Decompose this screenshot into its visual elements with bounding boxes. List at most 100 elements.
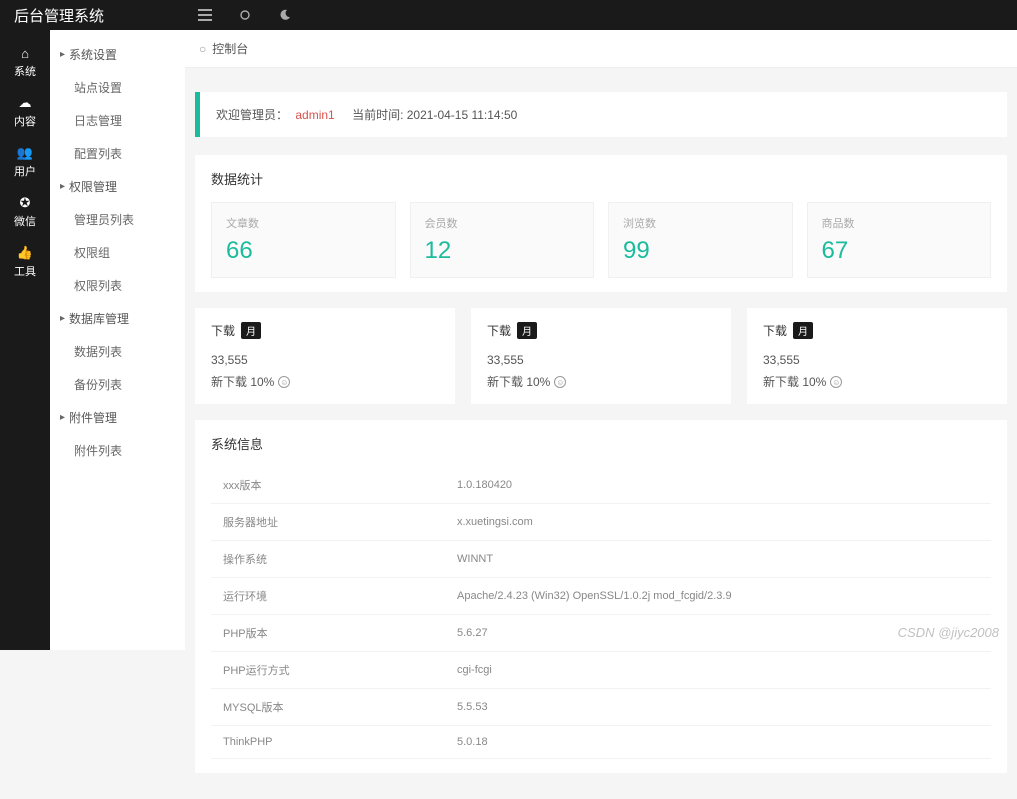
download-num: 33,555	[487, 353, 715, 367]
wechat-icon: ✪	[0, 195, 50, 211]
stat-label: 商品数	[822, 215, 977, 231]
stat-value: 12	[425, 237, 580, 265]
downloads-row: 下载月33,555新下载 10% ☺下载月33,555新下载 10% ☺下载月3…	[195, 308, 1007, 404]
main: 欢迎管理员： admin1 当前时间: 2021-04-15 11:14:50 …	[185, 68, 1017, 799]
nav-user[interactable]: 👥 用户	[0, 137, 50, 187]
refresh-button[interactable]	[225, 0, 265, 30]
info-key: MYSQL版本	[211, 689, 445, 726]
table-row: 服务器地址x.xuetingsi.com	[211, 504, 991, 541]
sidebar-group[interactable]: 系统设置	[50, 38, 185, 71]
table-row: ThinkPHP5.0.18	[211, 726, 991, 759]
info-key: xxx版本	[211, 467, 445, 504]
sidebar-item[interactable]: 附件列表	[50, 434, 185, 467]
stat-label: 浏览数	[623, 215, 778, 231]
welcome-time-prefix: 当前时间:	[352, 108, 403, 122]
sidebar-group[interactable]: 附件管理	[50, 401, 185, 434]
sidebar-item[interactable]: 权限组	[50, 236, 185, 269]
sidebar-item[interactable]: 管理员列表	[50, 203, 185, 236]
info-key: ThinkPHP	[211, 726, 445, 759]
icon-nav: ⌂ 系统 ☁ 内容 👥 用户 ✪ 微信 👍工具	[0, 30, 50, 650]
nav-label: 用户	[14, 166, 36, 178]
home-icon: ⌂	[0, 46, 50, 61]
sidebar-item[interactable]: 备份列表	[50, 368, 185, 401]
sidebar-item[interactable]: 配置列表	[50, 137, 185, 170]
download-num: 33,555	[763, 353, 991, 367]
download-title: 下载	[211, 322, 235, 339]
breadcrumb-label: 控制台	[212, 40, 248, 57]
circle-icon	[240, 10, 250, 20]
info-value: WINNT	[445, 541, 991, 578]
brand-title: 后台管理系统	[0, 5, 185, 26]
stats-panel: 数据统计 文章数 66 会员数 12 浏览数 99 商品数 67	[195, 155, 1007, 292]
stats-title: 数据统计	[211, 169, 991, 188]
cloud-icon: ☁	[0, 95, 50, 111]
download-title: 下载	[487, 322, 511, 339]
nav-label: 微信	[14, 216, 36, 228]
watermark: CSDN @jiyc2008	[898, 625, 999, 640]
nav-label: 系统	[14, 66, 36, 78]
thumb-icon: 👍	[0, 245, 50, 261]
topbar-buttons	[185, 0, 305, 30]
menu-toggle-button[interactable]	[185, 0, 225, 30]
hamburger-icon	[198, 9, 212, 21]
smile-icon: ☺	[278, 376, 290, 388]
user-icon: 👥	[0, 145, 50, 161]
info-value: cgi-fcgi	[445, 652, 991, 689]
smile-icon: ☺	[554, 376, 566, 388]
sysinfo-table: xxx版本1.0.180420服务器地址x.xuetingsi.com操作系统W…	[211, 467, 991, 759]
info-value: x.xuetingsi.com	[445, 504, 991, 541]
table-row: xxx版本1.0.180420	[211, 467, 991, 504]
download-growth: 新下载 10% ☺	[211, 373, 439, 390]
location-icon: ○	[199, 42, 206, 56]
sidebar-item[interactable]: 日志管理	[50, 104, 185, 137]
download-badge: 月	[793, 322, 813, 339]
info-key: 运行环境	[211, 578, 445, 615]
welcome-admin: admin1	[295, 108, 334, 122]
sidebar-item[interactable]: 权限列表	[50, 269, 185, 302]
sidebar-group[interactable]: 权限管理	[50, 170, 185, 203]
sidebar: 系统设置站点设置日志管理配置列表权限管理管理员列表权限组权限列表数据库管理数据列…	[50, 30, 185, 650]
nav-label: 内容	[14, 116, 36, 128]
sidebar-item[interactable]: 站点设置	[50, 71, 185, 104]
stat-value: 67	[822, 237, 977, 265]
stats-row: 文章数 66 会员数 12 浏览数 99 商品数 67	[211, 202, 991, 278]
stat-value: 99	[623, 237, 778, 265]
download-card: 下载月33,555新下载 10% ☺	[747, 308, 1007, 404]
sidebar-item[interactable]: 数据列表	[50, 335, 185, 368]
info-key: PHP运行方式	[211, 652, 445, 689]
content: ○ 控制台 欢迎管理员： admin1 当前时间: 2021-04-15 11:…	[185, 30, 1017, 799]
stat-card: 商品数 67	[807, 202, 992, 278]
table-row: MYSQL版本5.5.53	[211, 689, 991, 726]
stat-label: 文章数	[226, 215, 381, 231]
nav-content[interactable]: ☁ 内容	[0, 87, 50, 137]
download-badge: 月	[517, 322, 537, 339]
stat-card: 浏览数 99	[608, 202, 793, 278]
moon-icon	[279, 9, 291, 21]
download-badge: 月	[241, 322, 261, 339]
stat-label: 会员数	[425, 215, 580, 231]
download-card: 下载月 33,555 新下载 10% ☺	[195, 308, 455, 404]
welcome-prefix: 欢迎管理员：	[216, 108, 288, 122]
stat-card: 会员数 12	[410, 202, 595, 278]
download-card: 下载月33,555新下载 10% ☺	[471, 308, 731, 404]
nav-system[interactable]: ⌂ 系统	[0, 38, 50, 87]
table-row: PHP运行方式cgi-fcgi	[211, 652, 991, 689]
info-value: 5.0.18	[445, 726, 991, 759]
download-title: 下载	[763, 322, 787, 339]
breadcrumb: ○ 控制台	[185, 30, 1017, 68]
info-key: 操作系统	[211, 541, 445, 578]
info-value: Apache/2.4.23 (Win32) OpenSSL/1.0.2j mod…	[445, 578, 991, 615]
info-key: 服务器地址	[211, 504, 445, 541]
table-row: 操作系统WINNT	[211, 541, 991, 578]
sysinfo-panel: 系统信息 xxx版本1.0.180420服务器地址x.xuetingsi.com…	[195, 420, 1007, 773]
stat-value: 66	[226, 237, 381, 265]
welcome-time: 2021-04-15 11:14:50	[407, 108, 518, 122]
theme-button[interactable]	[265, 0, 305, 30]
sidebar-group[interactable]: 数据库管理	[50, 302, 185, 335]
nav-tools[interactable]: 👍工具	[0, 237, 50, 287]
info-value: 1.0.180420	[445, 467, 991, 504]
info-value: 5.5.53	[445, 689, 991, 726]
download-num: 33,555	[211, 353, 439, 367]
info-key: PHP版本	[211, 615, 445, 652]
nav-wechat[interactable]: ✪ 微信	[0, 187, 50, 237]
